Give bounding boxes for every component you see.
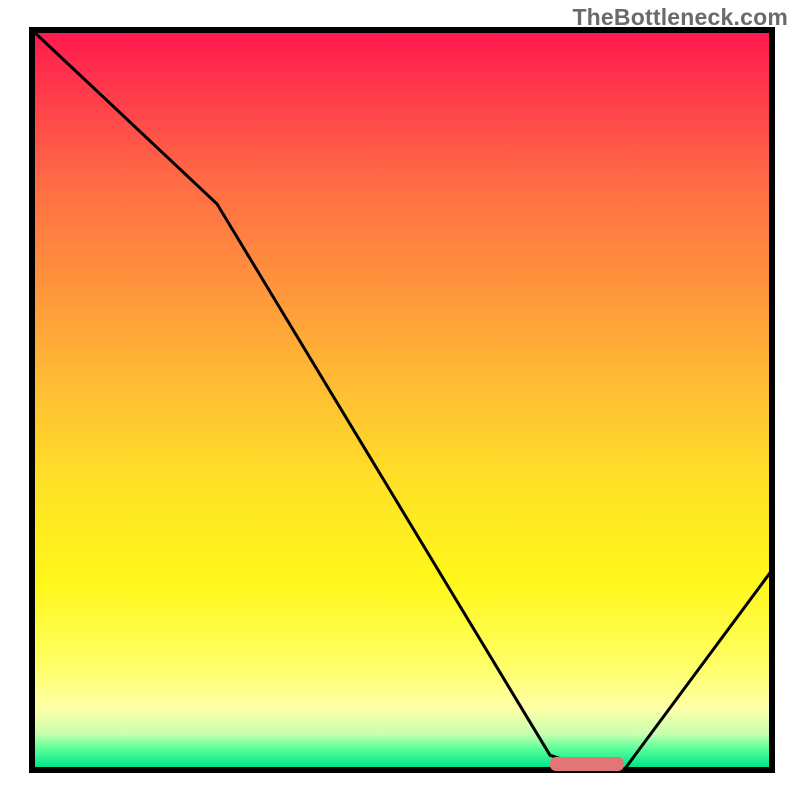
flat-minimum-bar <box>550 757 624 771</box>
bottleneck-chart <box>0 0 800 800</box>
chart-container: TheBottleneck.com <box>0 0 800 800</box>
plot-background <box>35 33 769 767</box>
